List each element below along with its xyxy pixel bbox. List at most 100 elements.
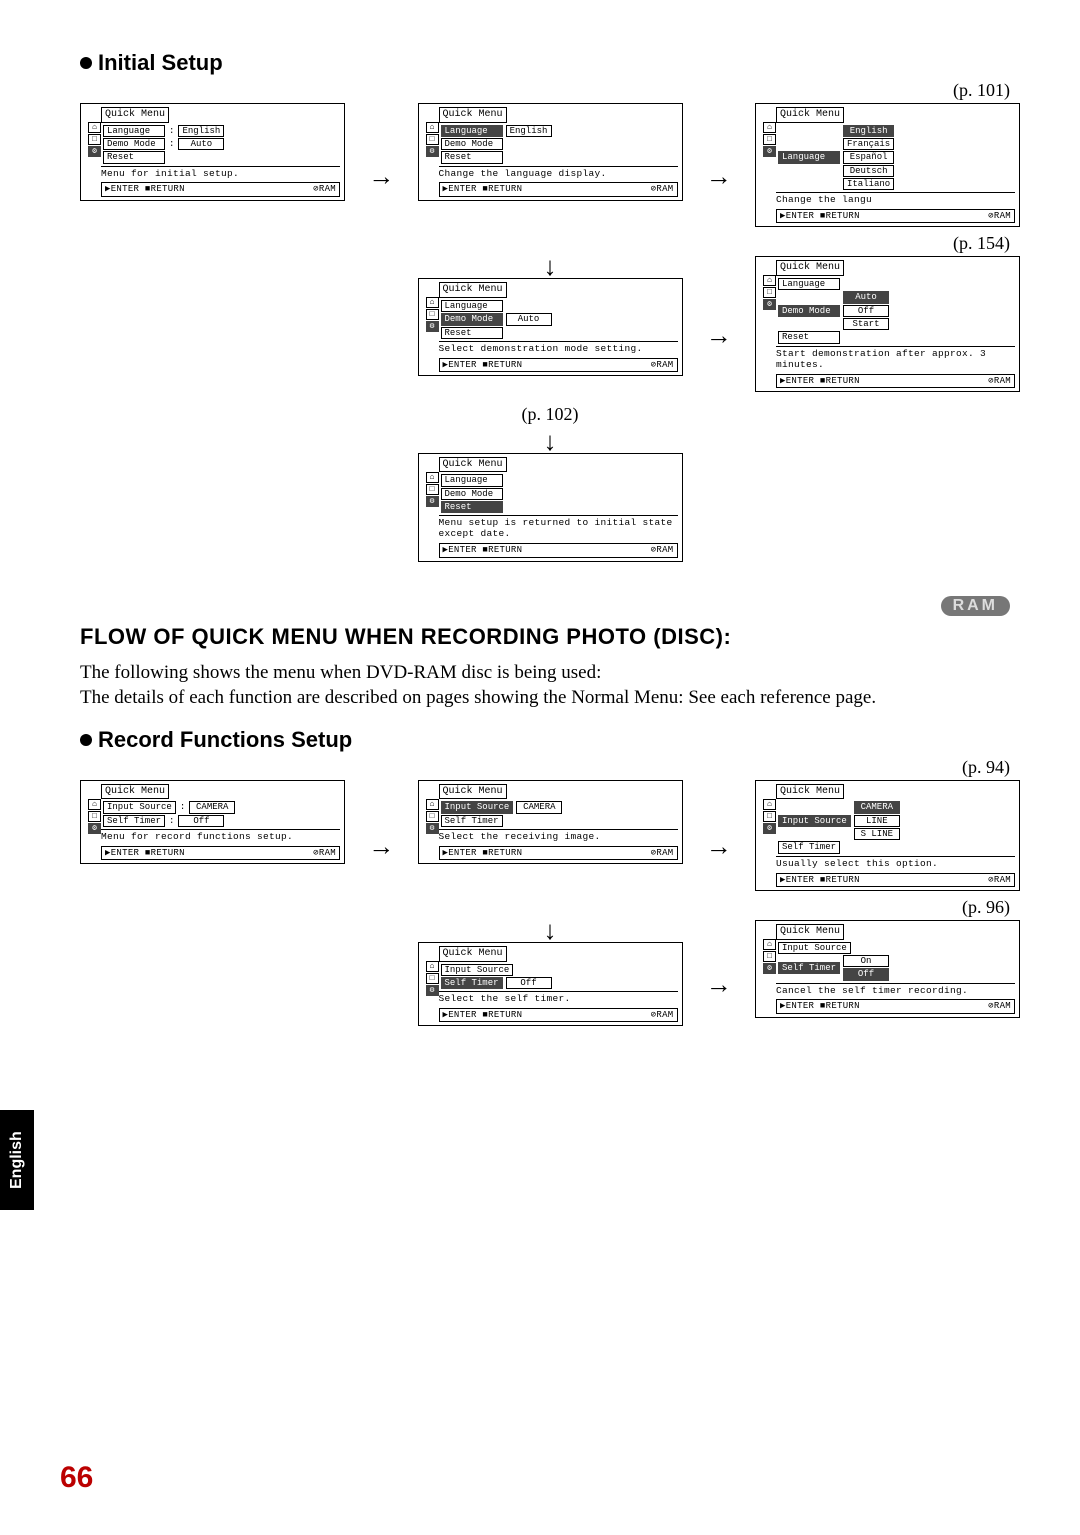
menu-item-label[interactable]: Self Timer: [778, 841, 840, 853]
heading-text: Initial Setup: [98, 50, 223, 76]
settings-icon: ⚙: [426, 321, 439, 332]
menu-item-value: English: [178, 125, 224, 137]
menu-item-value: Off: [178, 815, 224, 827]
menu-footer: ▶ENTER ■RETURN ⊘RAM: [439, 543, 678, 557]
menu-item-label[interactable]: Self Timer: [441, 815, 503, 827]
ram-hint: ⊘RAM: [651, 184, 674, 194]
menu-footer: ▶ENTER ■RETURN ⊘RAM: [101, 846, 340, 860]
enter-hint: ▶ENTER ■RETURN: [443, 848, 523, 858]
menu-item-label[interactable]: Reset: [441, 327, 503, 339]
menu-item-label[interactable]: Demo Mode: [441, 138, 503, 150]
quick-menu-screenshot: ⌂ □ ⚙ Quick Menu Language English Demo M…: [418, 103, 683, 201]
menu-option[interactable]: S LINE: [854, 828, 900, 840]
menu-option[interactable]: Auto: [843, 291, 889, 303]
menu-row: Reset: [441, 327, 678, 339]
menu-title: Quick Menu: [776, 107, 844, 123]
menu-cell: ⌂ □ ⚙ Quick Menu Input Source Self Timer…: [755, 920, 1020, 1018]
menu-item-label[interactable]: Reset: [778, 331, 840, 343]
menu-row: Language: [441, 300, 678, 312]
menu-icon-column: ⌂ □ ⚙: [426, 961, 439, 996]
menu-item-label[interactable]: Reset: [441, 151, 503, 163]
ram-hint: ⊘RAM: [313, 848, 336, 858]
menu-item-label[interactable]: Input Source: [103, 801, 176, 813]
menu-item-label[interactable]: Input Source: [778, 815, 851, 827]
menu-option[interactable]: On: [843, 955, 889, 967]
menu-description: Menu for initial setup.: [101, 166, 340, 180]
menu-item-label[interactable]: Language: [778, 151, 840, 163]
quick-menu-screenshot: ⌂ □ ⚙ Quick Menu Input Source Self Timer…: [418, 942, 683, 1026]
menu-title: Quick Menu: [439, 784, 507, 800]
menu-option[interactable]: CAMERA: [854, 801, 900, 813]
menu-row: Demo Mode : Auto: [103, 138, 340, 150]
enter-hint: ▶ENTER ■RETURN: [105, 184, 185, 194]
menu-item-label[interactable]: Language: [441, 125, 503, 137]
menu-icon-column: ⌂ □ ⚙: [426, 472, 439, 507]
menu-item-label[interactable]: Language: [778, 278, 840, 290]
rec-icon: □: [426, 309, 439, 320]
menu-item-label[interactable]: Demo Mode: [103, 138, 165, 150]
camera-icon: ⌂: [426, 297, 439, 308]
flow-row: ⌂ □ ⚙ Quick Menu Input Source : CAMERA S…: [80, 780, 1020, 891]
camera-icon: ⌂: [426, 122, 439, 133]
camera-icon: ⌂: [88, 799, 101, 810]
menu-icon-column: ⌂ □ ⚙: [763, 799, 776, 834]
menu-cell: ⌂ □ ⚙ Quick Menu Language EnglishFrançai…: [755, 103, 1020, 227]
section-heading-record-functions: Record Functions Setup: [80, 727, 1020, 753]
arrow-right-icon: →: [697, 969, 741, 1000]
menu-item-label[interactable]: Input Source: [441, 801, 514, 813]
menu-description: Select demonstration mode setting.: [439, 341, 678, 355]
separator: :: [168, 816, 175, 826]
menu-item-label[interactable]: Language: [441, 474, 503, 486]
menu-items: Language English Demo Mode Reset: [441, 125, 678, 164]
menu-item-label[interactable]: Self Timer: [441, 977, 503, 989]
flow-row: ⌂ □ ⚙ Quick Menu Language : English Demo…: [80, 103, 1020, 227]
menu-item-label[interactable]: Language: [441, 300, 503, 312]
menu-cell: ⌂ □ ⚙ Quick Menu Input Source CAMERA Sel…: [418, 780, 683, 864]
menu-footer: ▶ENTER ■RETURN ⊘RAM: [776, 374, 1015, 388]
menu-title: Quick Menu: [439, 946, 507, 962]
page-ref-102: (p. 102): [522, 404, 579, 425]
menu-item-value: Auto: [178, 138, 224, 150]
enter-hint: ▶ENTER ■RETURN: [780, 376, 860, 386]
ram-hint: ⊘RAM: [988, 376, 1011, 386]
ram-hint: ⊘RAM: [651, 360, 674, 370]
menu-icon-column: ⌂ □ ⚙: [88, 122, 101, 157]
ram-hint: ⊘RAM: [313, 184, 336, 194]
menu-title: Quick Menu: [439, 107, 507, 123]
menu-item-label[interactable]: Self Timer: [778, 962, 840, 974]
menu-option[interactable]: Off: [843, 968, 889, 980]
menu-items: Input Source : CAMERA Self Timer : Off: [103, 801, 340, 827]
arrow-down-icon: ↓: [544, 431, 557, 451]
menu-item-label[interactable]: Self Timer: [103, 815, 165, 827]
menu-option[interactable]: Español: [843, 151, 894, 163]
menu-items: Language Demo Mode Auto Reset: [441, 300, 678, 339]
menu-item-label[interactable]: Language: [103, 125, 165, 137]
menu-option[interactable]: Italiano: [843, 178, 894, 190]
menu-items: Language : English Demo Mode : Auto Rese…: [103, 125, 340, 164]
menu-item-label[interactable]: Demo Mode: [441, 488, 503, 500]
menu-option[interactable]: Off: [843, 305, 889, 317]
menu-option[interactable]: English: [843, 125, 894, 137]
menu-option[interactable]: Start: [843, 318, 889, 330]
menu-footer: ▶ENTER ■RETURN ⊘RAM: [439, 1008, 678, 1022]
camera-icon: ⌂: [763, 799, 776, 810]
menu-item-label[interactable]: Input Source: [441, 964, 514, 976]
menu-row: Reset: [778, 331, 1015, 343]
menu-option[interactable]: LINE: [854, 815, 900, 827]
camera-icon: ⌂: [426, 799, 439, 810]
menu-row: Language English: [441, 125, 678, 137]
menu-item-label[interactable]: Demo Mode: [778, 305, 840, 317]
enter-hint: ▶ENTER ■RETURN: [780, 1001, 860, 1011]
menu-item-label[interactable]: Demo Mode: [441, 313, 503, 325]
enter-hint: ▶ENTER ■RETURN: [443, 184, 523, 194]
body-text: The following shows the menu when DVD-RA…: [80, 660, 1020, 711]
rec-icon: □: [763, 134, 776, 145]
menu-item-label[interactable]: Reset: [103, 151, 165, 163]
heading-text: Record Functions Setup: [98, 727, 352, 753]
menu-item-label[interactable]: Reset: [441, 501, 503, 513]
menu-item-label[interactable]: Input Source: [778, 942, 851, 954]
rec-icon: □: [88, 134, 101, 145]
menu-option[interactable]: Deutsch: [843, 165, 894, 177]
menu-option[interactable]: Français: [843, 138, 894, 150]
menu-cell: ⌂ □ ⚙ Quick Menu Language : English Demo…: [80, 103, 345, 201]
